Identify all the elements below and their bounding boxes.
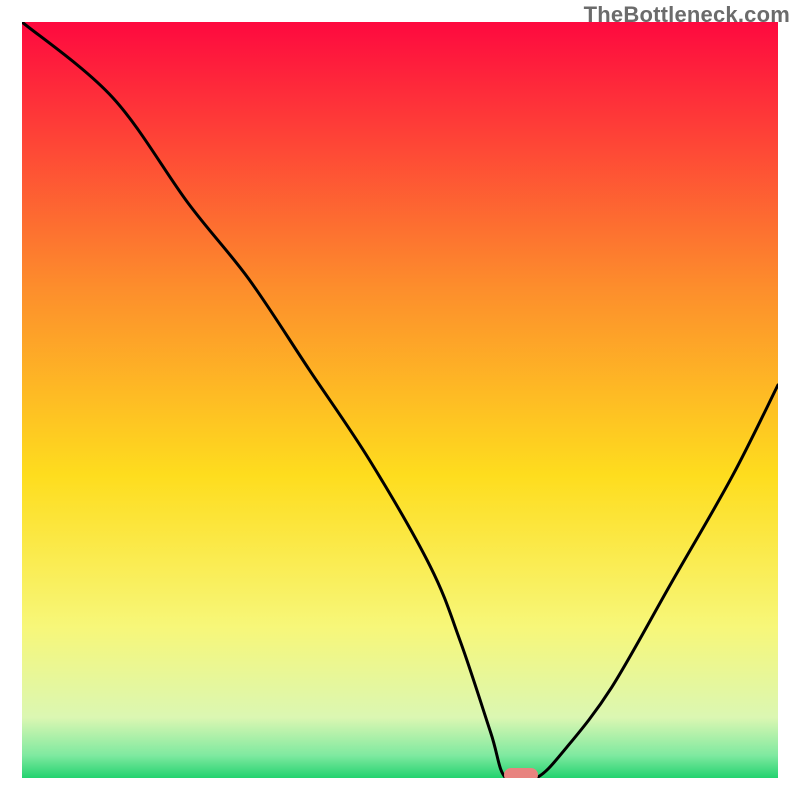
chart-svg (22, 22, 778, 778)
plot-area (22, 22, 778, 778)
optimal-marker (504, 768, 538, 778)
gradient-background (22, 22, 778, 778)
chart-stage: TheBottleneck.com (0, 0, 800, 800)
